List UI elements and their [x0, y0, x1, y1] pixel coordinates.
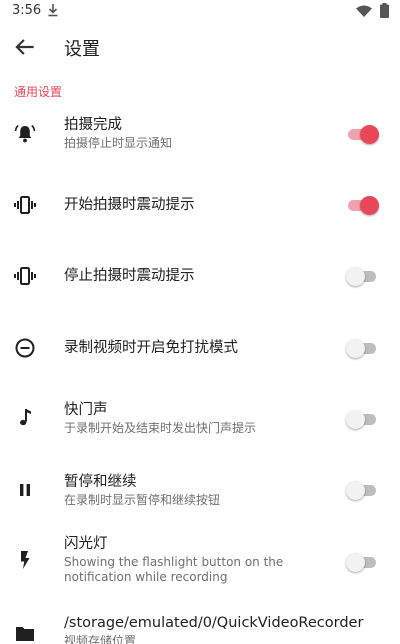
status-time: 3:56 [12, 3, 42, 18]
setting-row-shooting-complete[interactable]: 拍摄完成 拍摄停止时显示通知 [0, 110, 400, 160]
music-note-icon [20, 409, 31, 426]
switch-thumb [346, 481, 365, 500]
setting-title: 停止拍摄时震动提示 [64, 268, 195, 284]
setting-row-flashlight[interactable]: 闪光灯 Showing the flashlight button on the… [0, 530, 400, 590]
flash-icon [21, 551, 30, 569]
setting-subtitle: 在录制时显示暂停和继续按钮 [64, 493, 221, 507]
download-icon [48, 4, 58, 17]
battery-icon [380, 3, 389, 18]
wifi-icon [356, 5, 372, 17]
setting-row-do-not-disturb[interactable]: 录制视频时开启免打扰模式 [0, 323, 400, 373]
setting-title: 快门声 [64, 402, 108, 418]
setting-title: 拍摄完成 [64, 117, 122, 133]
setting-row-vibrate-on-stop[interactable]: 停止拍摄时震动提示 [0, 252, 400, 302]
bell-ringing-icon [14, 124, 36, 143]
setting-title: 暂停和继续 [64, 474, 137, 490]
switch-thumb [346, 267, 365, 286]
setting-subtitle: Showing the flashlight button on the not… [64, 555, 284, 584]
vibrate-icon [14, 196, 36, 214]
toggle-switch[interactable] [346, 195, 380, 215]
folder-icon [16, 627, 34, 641]
toggle-switch[interactable] [346, 266, 380, 286]
do-not-disturb-icon [15, 338, 35, 358]
setting-row-shutter-sound[interactable]: 快门声 于录制开始及结束时发出快门声提示 [0, 392, 400, 444]
setting-subtitle: 于录制开始及结束时发出快门声提示 [64, 421, 257, 435]
setting-title: 录制视频时开启免打扰模式 [64, 340, 238, 356]
switch-thumb [360, 125, 379, 144]
setting-row-vibrate-on-start[interactable]: 开始拍摄时震动提示 [0, 180, 400, 230]
setting-title: /storage/emulated/0/QuickVideoRecorder [64, 615, 364, 631]
toggle-switch[interactable] [346, 338, 380, 358]
app-bar: 设置 [0, 24, 400, 70]
toggle-switch[interactable] [346, 409, 380, 429]
switch-thumb [346, 553, 365, 572]
vibrate-icon [14, 267, 36, 285]
toggle-switch[interactable] [346, 480, 380, 500]
setting-row-storage-location[interactable]: /storage/emulated/0/QuickVideoRecorder 视… [0, 608, 400, 644]
setting-row-pause-resume[interactable]: 暂停和继续 在录制时显示暂停和继续按钮 [0, 464, 400, 516]
setting-subtitle: 拍摄停止时显示通知 [64, 136, 173, 150]
setting-subtitle: 视频存储位置 [64, 634, 137, 644]
pause-icon [20, 484, 30, 496]
switch-thumb [360, 196, 379, 215]
setting-title: 开始拍摄时震动提示 [64, 197, 195, 213]
toggle-switch[interactable] [346, 552, 380, 572]
back-arrow-icon[interactable] [12, 34, 38, 60]
section-header: 通用设置 [14, 85, 63, 99]
switch-thumb [346, 339, 365, 358]
toggle-switch[interactable] [346, 124, 380, 144]
page-title: 设置 [64, 39, 100, 60]
setting-title: 闪光灯 [64, 536, 108, 552]
switch-thumb [346, 410, 365, 429]
status-bar: 3:56 [0, 0, 400, 24]
